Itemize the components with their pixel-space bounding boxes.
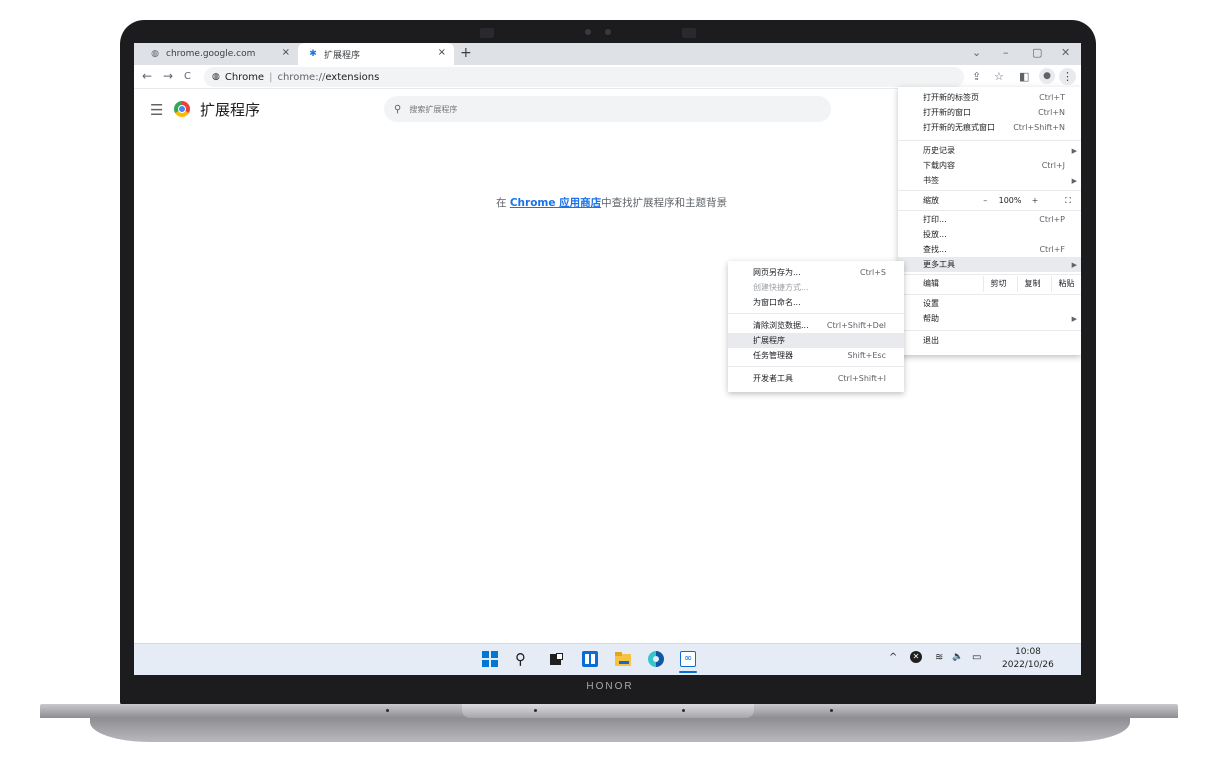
search-icon[interactable]: ⚲ bbox=[515, 651, 531, 667]
chrome-globe-icon: ◍ bbox=[151, 49, 159, 59]
store-prefix: 在 bbox=[496, 197, 510, 209]
file-explorer-icon[interactable] bbox=[615, 651, 631, 667]
site-label: Chrome bbox=[224, 71, 265, 83]
submenu-item-task-manager[interactable]: 任务管理器 Shift+Esc bbox=[753, 349, 886, 363]
menu-item-settings[interactable]: 设置 bbox=[923, 297, 1065, 311]
tab-label: 扩展程序 bbox=[324, 50, 361, 61]
paste-button[interactable]: 粘贴 bbox=[1051, 276, 1081, 292]
menu-item-more-tools[interactable]: 更多工具 bbox=[923, 258, 1065, 272]
fullscreen-icon[interactable]: ⛶ bbox=[1065, 193, 1071, 209]
menu-item-find[interactable]: 查找... Ctrl+F bbox=[923, 243, 1065, 257]
zoom-out-button[interactable]: – bbox=[973, 193, 998, 209]
bookmark-star-icon[interactable]: ☆ bbox=[994, 70, 1004, 83]
search-input[interactable] bbox=[409, 104, 810, 114]
restore-icon[interactable]: ▢ bbox=[1032, 46, 1042, 59]
menu-zoom-row: 缩放 – 100% + ⛶ bbox=[923, 193, 1071, 209]
reload-icon[interactable]: C bbox=[184, 71, 191, 82]
submenu-item-save-page[interactable]: 网页另存为... Ctrl+S bbox=[753, 266, 886, 280]
cut-button[interactable]: 剪切 bbox=[983, 276, 1013, 292]
zoom-value: 100% bbox=[998, 196, 1022, 205]
clock-time: 10:08 bbox=[1014, 647, 1041, 657]
chrome-store-link[interactable]: Chrome 应用商店 bbox=[510, 197, 601, 209]
tab-search-icon[interactable]: ⌄ bbox=[972, 46, 981, 59]
forward-icon[interactable]: → bbox=[163, 69, 173, 83]
menu-item-downloads[interactable]: 下载内容 Ctrl+J bbox=[923, 159, 1065, 173]
submenu-item-dev-tools[interactable]: 开发者工具 Ctrl+Shift+I bbox=[753, 372, 886, 386]
menu-item-bookmarks[interactable]: 书签 bbox=[923, 174, 1065, 188]
omnibox-separator: | bbox=[269, 71, 273, 83]
close-icon[interactable]: × bbox=[438, 47, 446, 58]
back-icon[interactable]: ← bbox=[142, 69, 152, 83]
zoom-label: 缩放 bbox=[923, 196, 939, 205]
menu-edit-row: 编辑 剪切 复制 粘贴 bbox=[923, 276, 1081, 292]
tab-extensions[interactable]: ✱ 扩展程序 × bbox=[298, 43, 454, 65]
submenu-item-create-shortcut[interactable]: 创建快捷方式... bbox=[753, 281, 886, 295]
chrome-logo-icon bbox=[174, 101, 190, 117]
taskbar: ⚲ ∞ ^ ✕ ≋ 🔈 ▭ 10:08 2022/10/26 bbox=[134, 643, 1081, 675]
minimize-icon[interactable]: – bbox=[1003, 46, 1009, 59]
menu-icon[interactable]: ⋮ bbox=[1059, 68, 1076, 85]
search-icon: ⚲ bbox=[394, 103, 402, 115]
chrome-main-menu: 打开新的标签页 Ctrl+T 打开新的窗口 Ctrl+N 打开新的无痕式窗口 Ctrl… bbox=[898, 87, 1081, 355]
omnibox[interactable]: ◍ Chrome | chrome:// extensions bbox=[204, 67, 964, 87]
menu-item-cast[interactable]: 投放... bbox=[923, 228, 1065, 242]
task-view-icon[interactable] bbox=[548, 651, 564, 667]
remote-desktop-icon[interactable]: ∞ bbox=[680, 651, 696, 667]
brand-label: HONOR bbox=[586, 681, 634, 692]
menu-item-help[interactable]: 帮助 bbox=[923, 312, 1065, 326]
submenu-arrow-icon: ▶ bbox=[1071, 177, 1077, 185]
tab-chrome-google[interactable]: ◍ chrome.google.com × bbox=[140, 43, 298, 65]
store-line: 在 Chrome 应用商店中查找扩展程序和主题背景 bbox=[496, 195, 727, 210]
menu-item-history[interactable]: 历史记录 bbox=[923, 144, 1065, 158]
laptop-notch bbox=[462, 704, 754, 718]
tab-label: chrome.google.com bbox=[166, 49, 256, 59]
close-icon[interactable]: × bbox=[282, 47, 290, 58]
share-icon[interactable]: ⇪ bbox=[972, 70, 981, 83]
copy-button[interactable]: 复制 bbox=[1017, 276, 1047, 292]
submenu-item-extensions[interactable]: 扩展程序 bbox=[753, 334, 886, 348]
store-suffix: 中查找扩展程序和主题背景 bbox=[601, 197, 728, 209]
submenu-arrow-icon: ▶ bbox=[1071, 261, 1077, 269]
widgets-icon[interactable] bbox=[582, 651, 598, 667]
search-box[interactable]: ⚲ bbox=[384, 96, 831, 122]
tray-chevron-icon[interactable]: ^ bbox=[889, 652, 897, 663]
chrome-site-icon: ◍ bbox=[212, 72, 220, 82]
submenu-item-clear-data[interactable]: 清除浏览数据... Ctrl+Shift+Del bbox=[753, 319, 886, 333]
menu-item-new-tab[interactable]: 打开新的标签页 Ctrl+T bbox=[923, 91, 1065, 105]
url-scheme: chrome:// bbox=[277, 71, 326, 83]
app-tray-icon[interactable]: ✕ bbox=[910, 651, 922, 663]
laptop-base-bottom bbox=[90, 718, 1130, 742]
window-close-icon[interactable]: ✕ bbox=[1061, 46, 1070, 59]
url-path: extensions bbox=[325, 71, 380, 83]
camera-bar bbox=[480, 22, 696, 40]
more-tools-submenu: 网页另存为... Ctrl+S 创建快捷方式... 为窗口命名... 清除浏览数据… bbox=[728, 261, 904, 392]
clock[interactable]: 10:08 2022/10/26 bbox=[1002, 646, 1054, 672]
zoom-in-button[interactable]: + bbox=[1023, 193, 1048, 209]
wifi-icon[interactable]: ≋ bbox=[935, 652, 943, 663]
hamburger-icon[interactable]: ☰ bbox=[150, 101, 163, 119]
screen: ◍ chrome.google.com × ✱ 扩展程序 × + ⌄ – ▢ ✕… bbox=[134, 43, 1081, 675]
battery-icon[interactable]: ▭ bbox=[972, 652, 981, 663]
active-indicator bbox=[679, 671, 697, 673]
menu-item-incognito[interactable]: 打开新的无痕式窗口 Ctrl+Shift+N bbox=[923, 121, 1065, 135]
side-panel-icon[interactable]: ◧ bbox=[1019, 70, 1029, 83]
tab-strip: ◍ chrome.google.com × ✱ 扩展程序 × + ⌄ – ▢ ✕ bbox=[134, 43, 1081, 65]
menu-item-print[interactable]: 打印... Ctrl+P bbox=[923, 213, 1065, 227]
submenu-arrow-icon: ▶ bbox=[1071, 147, 1077, 155]
clock-date: 2022/10/26 bbox=[1002, 660, 1054, 670]
edge-icon[interactable] bbox=[648, 651, 664, 667]
new-tab-button[interactable]: + bbox=[460, 45, 472, 61]
menu-item-new-window[interactable]: 打开新的窗口 Ctrl+N bbox=[923, 106, 1065, 120]
page-title: 扩展程序 bbox=[200, 101, 261, 119]
toolbar: ← → C ◍ Chrome | chrome:// extensions ⇪ … bbox=[134, 65, 1081, 89]
puzzle-icon: ✱ bbox=[309, 49, 317, 59]
submenu-arrow-icon: ▶ bbox=[1071, 315, 1077, 323]
profile-icon[interactable]: ● bbox=[1039, 68, 1055, 84]
submenu-item-name-window[interactable]: 为窗口命名... bbox=[753, 296, 886, 310]
volume-icon[interactable]: 🔈 bbox=[952, 652, 963, 662]
menu-item-exit[interactable]: 退出 bbox=[923, 334, 1065, 348]
windows-start-icon[interactable] bbox=[482, 651, 498, 667]
edit-label: 编辑 bbox=[923, 279, 939, 288]
